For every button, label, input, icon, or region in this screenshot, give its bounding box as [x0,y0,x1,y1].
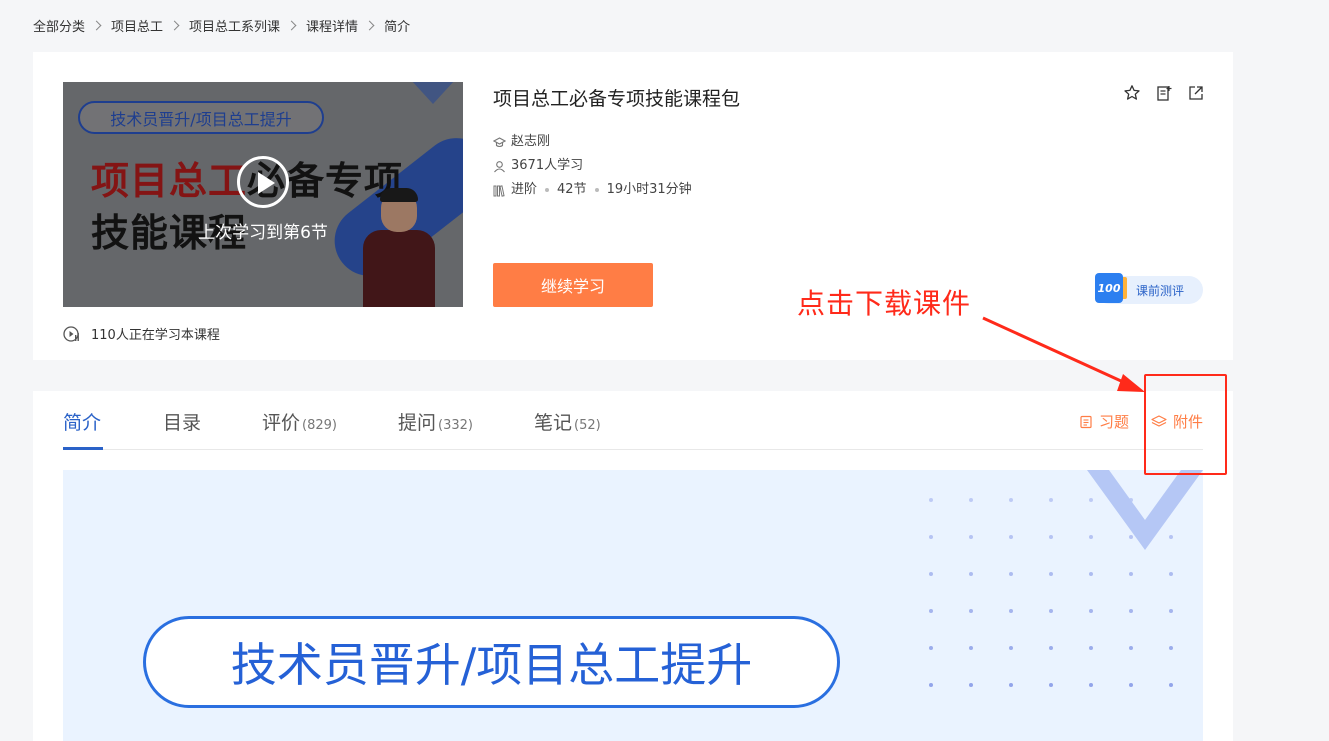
chevron-right-icon [286,20,297,30]
share-icon[interactable] [1187,84,1205,102]
separator-dot [545,188,550,192]
tab-reviews[interactable]: 评价 (829) [262,408,337,450]
breadcrumb: 全部分类 项目总工 项目总工系列课 课程详情 简介 [33,15,410,35]
course-level: 进阶 [511,182,538,197]
tab-count: (52) [574,418,601,433]
exercise-button[interactable]: 习题 [1079,411,1129,432]
breadcrumb-intro: 简介 [384,19,411,35]
banner-title: 技术员晋升/项目总工提升 [143,616,840,708]
course-header-card: 技术员晋升/项目总工提升 项目总工必备专项 技能课程 上次学习到第6节 110人… [33,52,1233,360]
breadcrumb-project-chief[interactable]: 项目总工 [111,16,163,35]
tab-label: 笔记 [534,412,573,434]
exercise-label: 习题 [1098,413,1129,431]
breadcrumb-all-categories[interactable]: 全部分类 [33,16,85,35]
teacher-row: 赵志刚 [493,130,740,154]
tab-label: 评价 [262,412,301,434]
last-study-progress: 上次学习到第6节 [198,223,328,243]
breadcrumb-series[interactable]: 项目总工系列课 [189,16,280,35]
graduation-cap-icon [493,136,506,147]
star-icon[interactable] [1123,84,1141,102]
v-decoration [1087,470,1203,550]
live-learners-icon [63,325,79,342]
students-row: 3671人学习 [493,154,740,178]
tab-label: 提问 [398,412,437,434]
chevron-right-icon [364,20,375,30]
continue-learning-button[interactable]: 继续学习 [493,263,653,307]
document-icon [1080,415,1092,428]
breadcrumb-course-detail[interactable]: 课程详情 [306,16,358,35]
play-icon[interactable] [237,156,289,208]
add-note-icon[interactable] [1155,84,1173,102]
chevron-right-icon [91,20,102,30]
pretest-label: 课前测评 [1136,283,1185,298]
tab-bar: 简介 目录 评价 (829) 提问 (332) 笔记 (52) 习题 附件 [63,391,1203,450]
course-video-thumbnail[interactable]: 技术员晋升/项目总工提升 项目总工必备专项 技能课程 上次学习到第6节 [63,82,463,307]
chevron-right-icon [169,20,180,30]
books-icon [493,184,505,197]
separator-dot [594,188,599,192]
course-content-card: 简介 目录 评价 (829) 提问 (332) 笔记 (52) 习题 附件 技术员晋升… [33,391,1233,741]
learners-now-text: 110人正在学习本课程 [91,328,220,343]
level-row: 进阶 42节 19小时31分钟 [493,178,740,202]
tab-questions[interactable]: 提问 (332) [398,408,473,450]
tab-notes[interactable]: 笔记 (52) [534,408,601,450]
tab-count: (829) [302,418,337,433]
course-duration: 19小时31分钟 [606,182,692,197]
teacher-name[interactable]: 赵志刚 [511,130,550,154]
pretest-button[interactable]: 100 课前测评 [1095,273,1203,304]
intro-banner-image: 技术员晋升/项目总工提升 [63,470,1203,741]
annotation-highlight-box [1144,374,1227,475]
course-meta: 赵志刚 3671人学习 进阶 42节 19小时31分钟 [493,130,740,202]
learners-now: 110人正在学习本课程 [63,324,220,343]
tab-label: 目录 [163,412,202,434]
annotation-text: 点击下载课件 [797,287,972,320]
user-icon [494,160,505,172]
course-info: 项目总工必备专项技能课程包 赵志刚 3671人学习 进阶 42节 19小时31分… [493,84,740,202]
course-title: 项目总工必备专项技能课程包 [493,88,741,110]
tab-intro[interactable]: 简介 [63,408,104,450]
pretest-score-icon: 100 [1095,273,1127,303]
tab-label: 简介 [63,412,102,434]
course-actions [1123,84,1205,102]
tab-count: (332) [438,418,473,433]
tab-catalog[interactable]: 目录 [163,408,203,450]
lesson-count: 42节 [557,182,587,197]
students-count: 3671人学习 [511,158,584,173]
